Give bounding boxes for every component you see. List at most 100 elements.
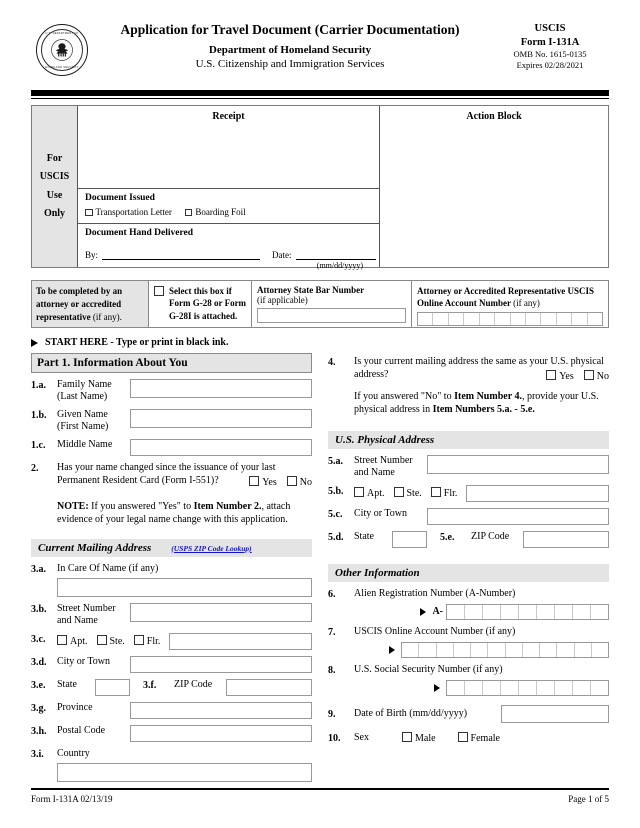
cell[interactable] — [557, 642, 575, 657]
q4-no-option[interactable]: No — [583, 370, 609, 382]
cell[interactable] — [483, 680, 501, 695]
cell[interactable] — [591, 681, 608, 695]
mailing-apt-option[interactable]: Apt. — [57, 635, 88, 647]
item-number-4: 4. — [328, 357, 336, 368]
cell[interactable] — [501, 680, 519, 695]
cell[interactable] — [592, 643, 608, 657]
cell[interactable] — [541, 313, 557, 326]
g28-checkbox-wrap[interactable] — [154, 285, 167, 327]
physical-ste-option[interactable]: Ste. — [393, 487, 422, 499]
cell[interactable] — [495, 313, 511, 326]
cell[interactable] — [519, 680, 537, 695]
middle-name-input[interactable] — [130, 439, 312, 456]
boarding-foil-checkbox[interactable] — [184, 208, 193, 216]
mailing-flr-option[interactable]: Flr. — [133, 635, 160, 647]
mailing-postal-code-input[interactable] — [130, 724, 312, 742]
cell[interactable] — [573, 604, 591, 619]
sex-male-checkbox[interactable] — [402, 731, 412, 742]
cell[interactable] — [540, 642, 558, 657]
cell[interactable] — [506, 642, 523, 657]
mailing-ste-checkbox[interactable] — [96, 635, 107, 646]
mailing-apt-number-input[interactable] — [169, 632, 312, 650]
cell[interactable] — [573, 680, 591, 695]
attorney-online-account-cells[interactable] — [417, 312, 603, 327]
mailing-country-input[interactable] — [57, 762, 312, 782]
cell[interactable] — [437, 642, 454, 657]
date-input-line[interactable] — [295, 248, 376, 260]
cell[interactable] — [480, 313, 496, 326]
cell[interactable] — [519, 604, 537, 619]
q4-no-checkbox[interactable] — [583, 370, 594, 381]
cell[interactable] — [555, 680, 573, 695]
physical-city-input[interactable] — [427, 507, 609, 525]
cell[interactable] — [557, 313, 573, 326]
attorney-bar-number-input[interactable] — [257, 308, 406, 323]
uscis-online-account-cells[interactable] — [401, 641, 609, 658]
cell[interactable] — [471, 642, 489, 657]
cell[interactable] — [591, 605, 608, 619]
cell[interactable] — [572, 313, 588, 326]
physical-ste-checkbox[interactable] — [393, 487, 404, 498]
care-of-name-input[interactable] — [57, 577, 312, 597]
cell[interactable] — [501, 604, 519, 619]
cell[interactable] — [454, 642, 471, 657]
physical-street-input[interactable] — [427, 454, 609, 474]
q2-yes-checkbox[interactable] — [249, 476, 260, 487]
cell[interactable] — [537, 680, 555, 695]
cell[interactable] — [526, 313, 542, 326]
physical-zip-input[interactable] — [523, 530, 609, 548]
cell[interactable] — [465, 680, 483, 695]
cell[interactable] — [575, 642, 592, 657]
q2-no-checkbox[interactable] — [286, 476, 297, 487]
sex-female-option[interactable]: Female — [457, 731, 500, 745]
cell[interactable] — [465, 604, 483, 619]
g28-checkbox-cell[interactable]: Select this box if Form G-28 or Form G-2… — [149, 281, 252, 327]
q2-no-option[interactable]: No — [286, 476, 312, 488]
cell[interactable] — [402, 642, 420, 657]
physical-apt-number-input[interactable] — [466, 484, 609, 502]
family-name-input[interactable] — [130, 379, 312, 398]
q2-yes-option[interactable]: Yes — [249, 476, 277, 488]
ssn-cells[interactable] — [446, 679, 609, 696]
cell[interactable] — [449, 313, 465, 326]
mailing-zip-input[interactable] — [226, 678, 312, 696]
mailing-flr-checkbox[interactable] — [133, 635, 144, 646]
cell[interactable] — [488, 642, 506, 657]
cell[interactable] — [588, 313, 602, 325]
cell[interactable] — [419, 642, 437, 657]
mailing-apt-checkbox[interactable] — [57, 635, 67, 646]
cell[interactable] — [464, 313, 480, 326]
q4-yes-checkbox[interactable] — [546, 370, 557, 381]
mailing-ste-option[interactable]: Ste. — [96, 635, 125, 647]
cell[interactable] — [537, 604, 555, 619]
transportation-letter-checkbox[interactable] — [85, 208, 93, 216]
cell[interactable] — [447, 680, 465, 695]
boarding-foil-option[interactable]: Boarding Foil — [184, 207, 246, 217]
sex-male-option[interactable]: Male — [402, 731, 436, 745]
physical-apt-option[interactable]: Apt. — [354, 487, 385, 499]
cell[interactable] — [433, 313, 449, 326]
a-number-cells[interactable] — [446, 603, 609, 620]
cell[interactable] — [447, 604, 465, 619]
mailing-city-input[interactable] — [130, 655, 312, 673]
cell[interactable] — [511, 313, 526, 326]
physical-state-input[interactable] — [392, 530, 427, 548]
by-input-line[interactable] — [102, 248, 261, 260]
cell[interactable] — [418, 313, 434, 326]
mailing-state-input[interactable] — [95, 678, 130, 696]
q4-yes-option[interactable]: Yes — [546, 370, 574, 382]
given-name-input[interactable] — [130, 409, 312, 428]
transportation-letter-option[interactable]: Transportation Letter — [85, 207, 172, 217]
cell[interactable] — [555, 604, 573, 619]
cell[interactable] — [483, 604, 501, 619]
usps-zip-lookup-link[interactable]: (USPS ZIP Code Lookup) — [171, 544, 251, 553]
sex-female-checkbox[interactable] — [457, 731, 468, 742]
physical-apt-checkbox[interactable] — [354, 487, 364, 498]
mailing-province-input[interactable] — [130, 701, 312, 719]
physical-flr-option[interactable]: Flr. — [430, 487, 457, 499]
physical-flr-checkbox[interactable] — [430, 487, 441, 498]
date-of-birth-input[interactable] — [501, 704, 609, 723]
g28-attached-checkbox[interactable] — [154, 286, 164, 296]
cell[interactable] — [523, 642, 540, 657]
mailing-street-input[interactable] — [130, 602, 312, 622]
